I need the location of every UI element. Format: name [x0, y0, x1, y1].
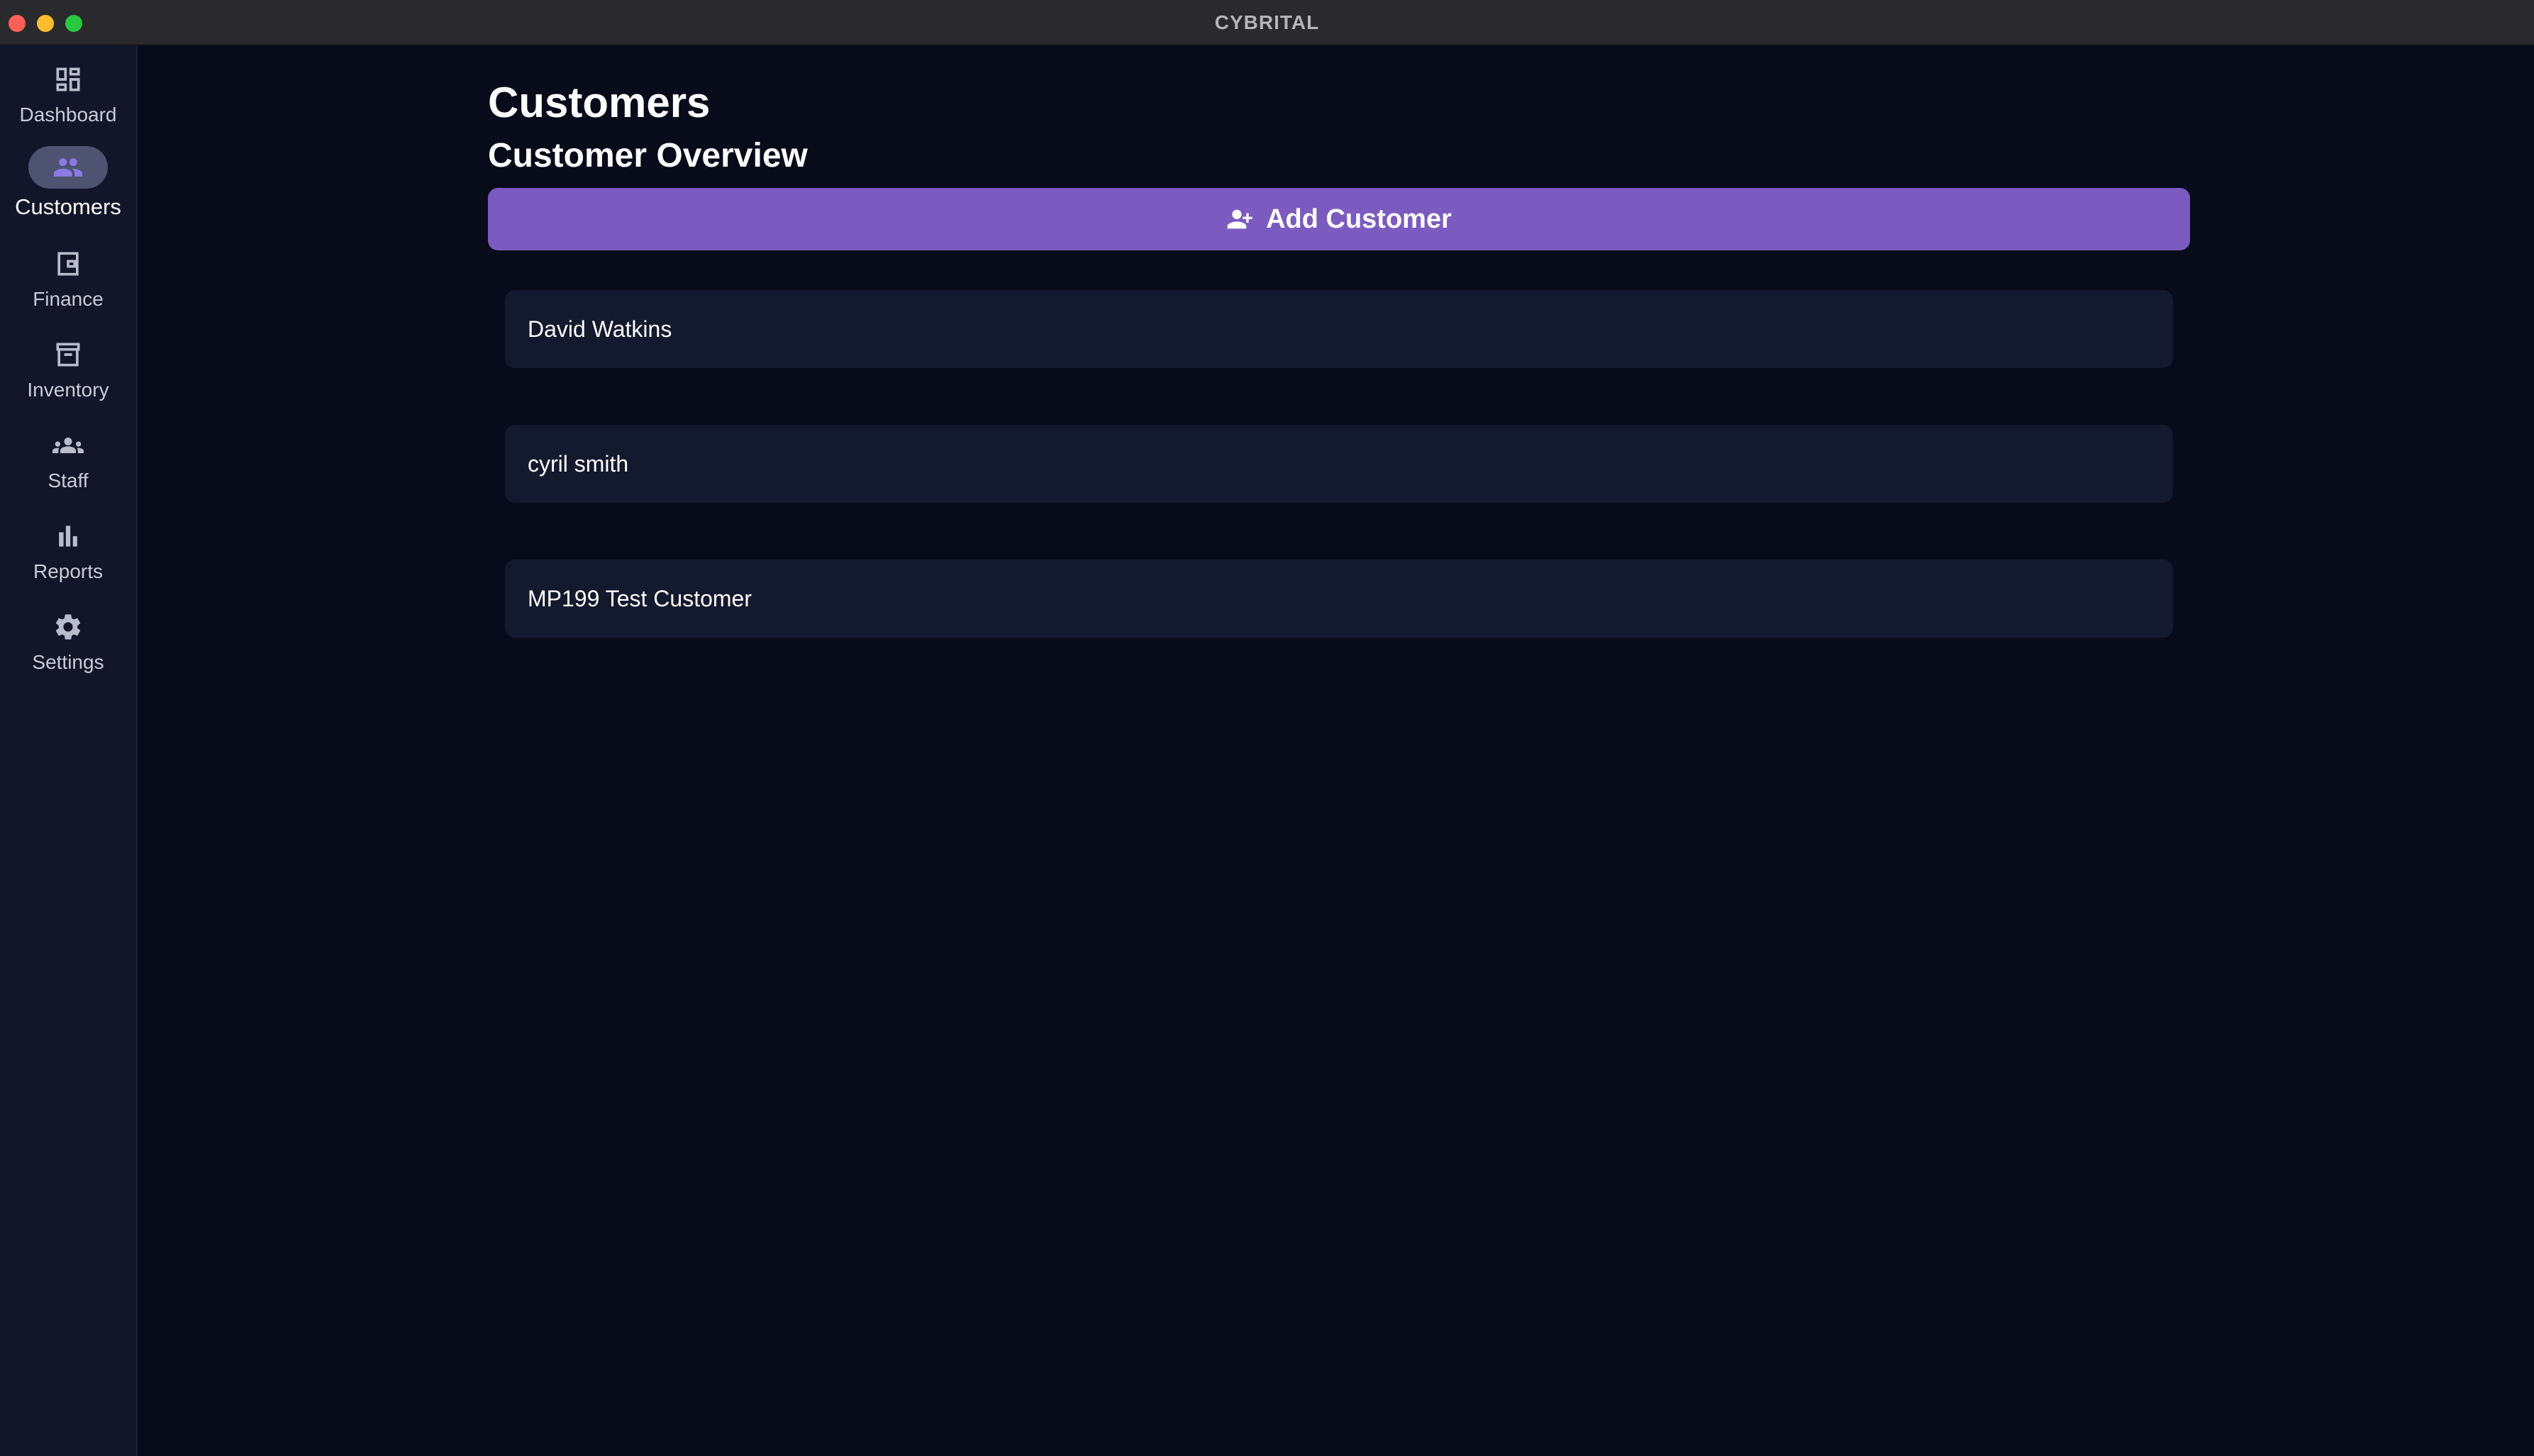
window-titlebar: CYBRITAL — [0, 0, 2534, 45]
add-customer-label: Add Customer — [1266, 204, 1452, 234]
window-title: CYBRITAL — [1214, 11, 1320, 33]
customer-name: MP199 Test Customer — [528, 585, 752, 611]
customer-name: David Watkins — [528, 316, 672, 342]
sidebar-item-label: Inventory — [27, 379, 109, 401]
sidebar-item-label: Reports — [33, 560, 104, 582]
bar-chart-icon — [28, 515, 108, 557]
dashboard-icon — [28, 58, 108, 101]
person-add-icon — [1227, 209, 1252, 229]
sidebar-item-finance[interactable]: Finance — [0, 243, 136, 321]
archive-icon — [28, 333, 108, 376]
sidebar: Dashboard Customers Finance Inventory St… — [0, 45, 138, 1456]
sidebar-item-staff[interactable]: Staff — [0, 424, 136, 502]
customer-row[interactable]: David Watkins — [505, 290, 2173, 368]
sidebar-item-dashboard[interactable]: Dashboard — [0, 58, 136, 136]
page-title: Customers — [488, 79, 711, 126]
main-content: Customers Customer Overview Add Customer… — [138, 45, 2534, 1456]
customer-row[interactable]: cyril smith — [505, 425, 2173, 503]
sidebar-item-label: Customers — [15, 194, 121, 219]
sidebar-item-label: Staff — [48, 469, 89, 491]
groups-icon — [28, 424, 108, 467]
customers-icon — [28, 146, 108, 189]
sidebar-item-settings[interactable]: Settings — [0, 606, 136, 684]
sidebar-item-inventory[interactable]: Inventory — [0, 333, 136, 411]
wallet-icon — [28, 243, 108, 285]
customer-row[interactable]: MP199 Test Customer — [505, 560, 2173, 638]
sidebar-item-label: Finance — [33, 288, 104, 310]
add-customer-button[interactable]: Add Customer — [488, 188, 2190, 250]
sidebar-item-label: Settings — [32, 651, 104, 673]
gear-icon — [28, 606, 108, 648]
customer-name: cyril smith — [528, 450, 629, 477]
sidebar-item-reports[interactable]: Reports — [0, 515, 136, 593]
sidebar-item-customers[interactable]: Customers — [0, 146, 136, 224]
sidebar-item-label: Dashboard — [19, 104, 117, 126]
section-title: Customer Overview — [488, 137, 808, 174]
